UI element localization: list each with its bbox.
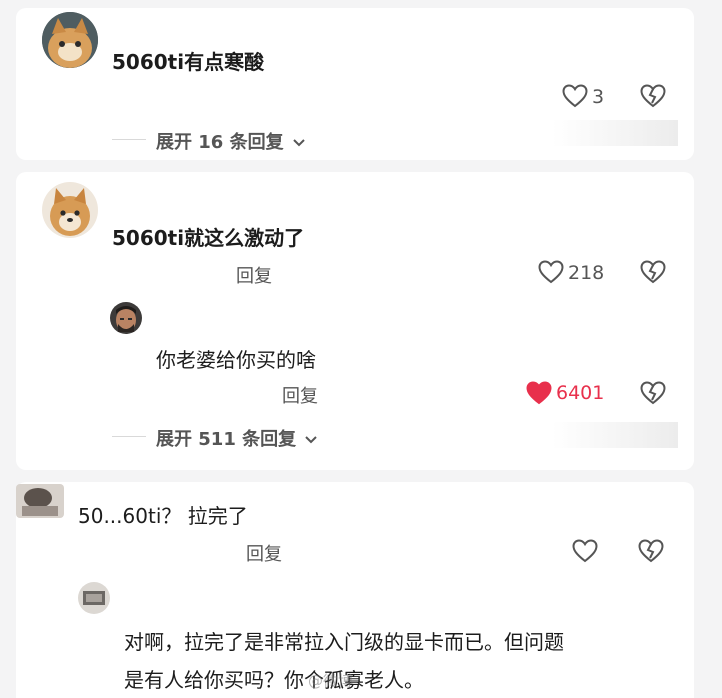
sub-reply-text-line1: 对啊，拉完了是非常拉入门级的显卡而已。但问题 (124, 630, 564, 654)
divider-line (112, 436, 146, 437)
avatar-sub-user[interactable] (78, 582, 110, 614)
avatar-user[interactable] (16, 484, 64, 518)
heart-filled-icon[interactable] (526, 381, 552, 405)
avatar-cat[interactable] (42, 12, 98, 68)
sub-reply-text-line2: 是有人给你买吗？你个孤寡老人。 (124, 668, 424, 692)
comment-card-3: 50...60ti？ 拉完了 回复 对啊，拉完了是非常拉入门级的显卡而已。但问题… (16, 482, 694, 698)
expand-replies-button[interactable]: 展开 511 条回复 (156, 425, 318, 451)
sub-reply-text: 你老婆给你买的啥 (156, 348, 316, 372)
watermark: @微博 (308, 672, 354, 690)
comment-text: 50...60ti？ 拉完了 (78, 504, 248, 528)
reply-button[interactable]: 回复 (236, 262, 272, 288)
chevron-down-icon (293, 139, 305, 147)
avatar-man[interactable] (110, 302, 142, 334)
comment-card-1: 5060ti有点寒酸 3 展开 16 条回复 (16, 8, 694, 160)
divider-line (112, 139, 146, 140)
reply-button[interactable]: 回复 (282, 382, 318, 408)
like-count: 3 (592, 86, 605, 108)
broken-heart-icon[interactable] (640, 260, 666, 284)
broken-heart-icon[interactable] (638, 539, 664, 563)
fade-strip (552, 422, 678, 448)
expand-label: 展开 16 条回复 (156, 132, 284, 153)
comment-text: 5060ti就这么激动了 (112, 226, 305, 250)
heart-icon[interactable] (572, 539, 598, 563)
broken-heart-icon[interactable] (640, 84, 666, 108)
expand-label: 展开 511 条回复 (156, 429, 297, 450)
comment-card-2: 5060ti就这么激动了 回复 218 你老婆给你买的啥 回复 6401 展开 … (16, 172, 694, 470)
expand-replies-button[interactable]: 展开 16 条回复 (156, 128, 306, 154)
like-count: 218 (568, 262, 605, 284)
chevron-down-icon (305, 436, 318, 444)
heart-icon[interactable] (562, 84, 588, 108)
broken-heart-icon[interactable] (640, 381, 666, 405)
avatar-shiba[interactable] (42, 182, 98, 238)
reply-button[interactable]: 回复 (246, 540, 282, 566)
fade-strip (552, 120, 678, 146)
like-count: 6401 (556, 382, 605, 404)
heart-icon[interactable] (538, 260, 564, 284)
comment-text: 5060ti有点寒酸 (112, 50, 265, 74)
